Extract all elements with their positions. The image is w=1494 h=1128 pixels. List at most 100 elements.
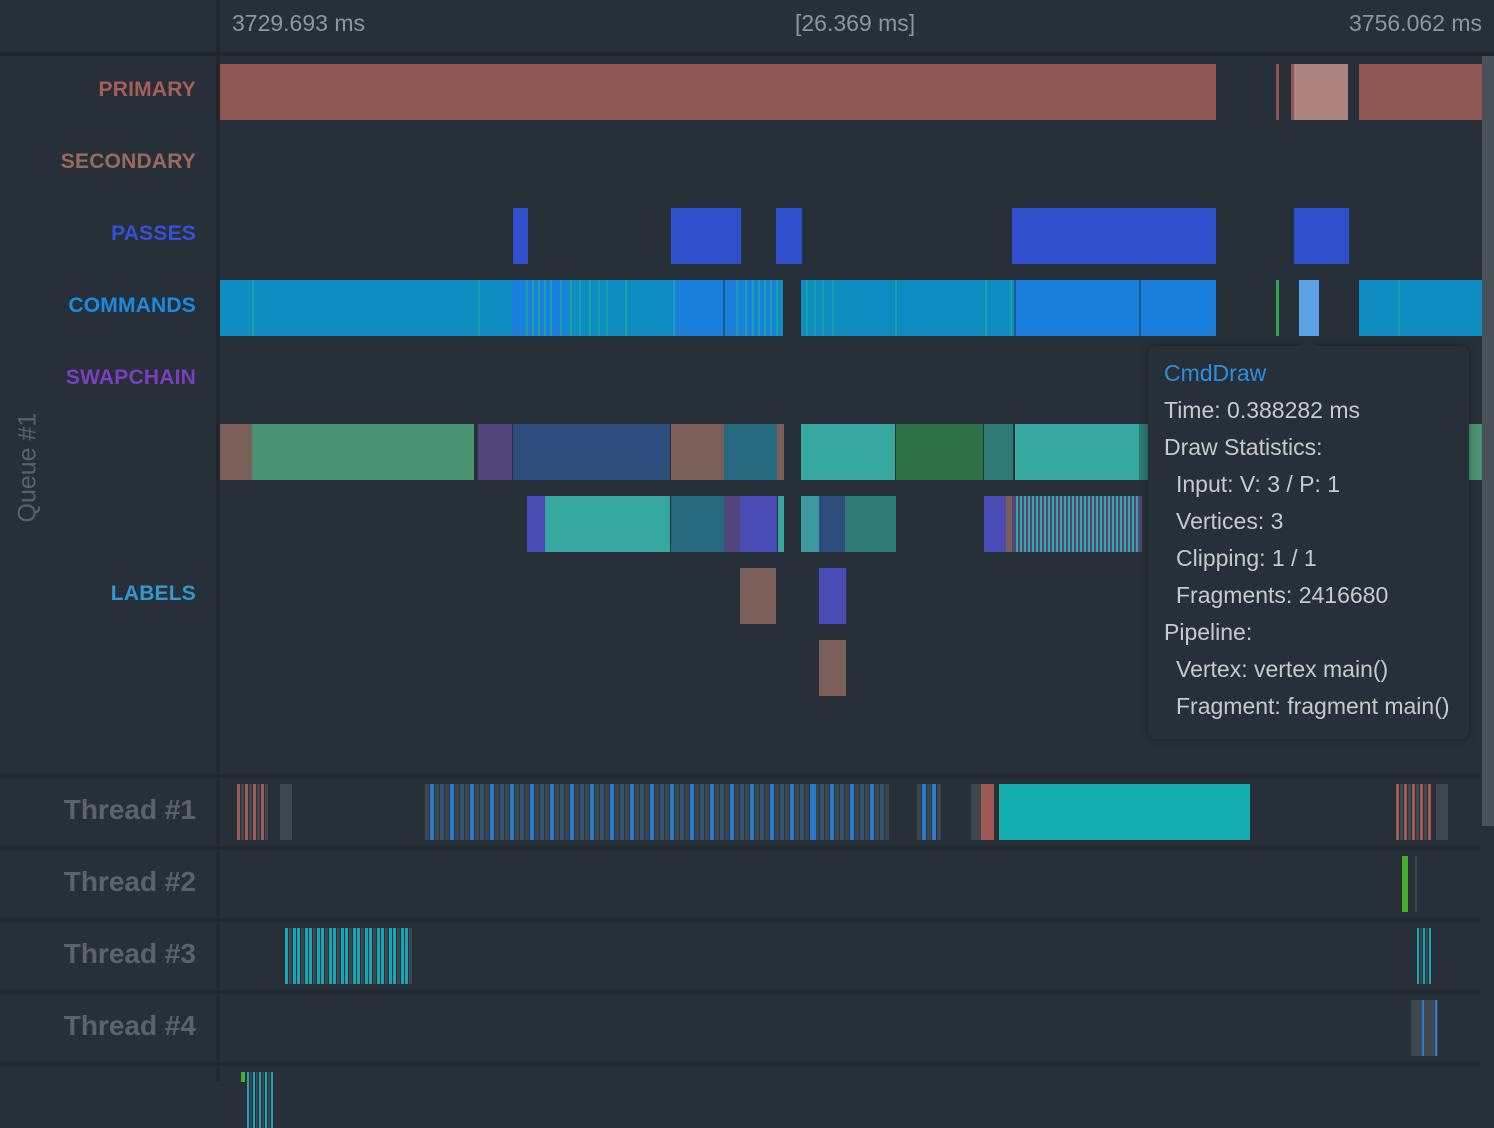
label-stripe[interactable] bbox=[1068, 496, 1070, 552]
thread1-event[interactable] bbox=[630, 784, 634, 840]
thread1-event[interactable] bbox=[1400, 784, 1403, 840]
command-stripe[interactable] bbox=[526, 280, 528, 336]
command-stripe[interactable] bbox=[814, 280, 816, 336]
thread1-event[interactable] bbox=[265, 784, 268, 840]
thread1-event[interactable] bbox=[1412, 784, 1415, 840]
thread1-event[interactable] bbox=[695, 784, 699, 840]
thread1-event[interactable] bbox=[922, 784, 926, 840]
thread1-event[interactable] bbox=[545, 784, 549, 840]
thread3-event[interactable] bbox=[365, 928, 368, 984]
thread1-event[interactable] bbox=[835, 784, 839, 840]
thread1-event[interactable] bbox=[615, 784, 619, 840]
thread1-event[interactable] bbox=[800, 784, 804, 840]
thread3-event[interactable] bbox=[289, 928, 292, 984]
label-stripe[interactable] bbox=[1088, 496, 1090, 552]
thread3-event[interactable] bbox=[377, 928, 380, 984]
thread1-event[interactable] bbox=[730, 784, 734, 840]
thread1-event[interactable] bbox=[237, 784, 240, 840]
pass-block[interactable] bbox=[1012, 208, 1216, 264]
thread1-event[interactable] bbox=[1396, 784, 1399, 840]
thread3-event[interactable] bbox=[301, 928, 304, 984]
label-stripe[interactable] bbox=[1064, 496, 1066, 552]
thread4-event[interactable] bbox=[1435, 1000, 1437, 1056]
thread1-event[interactable] bbox=[245, 784, 248, 840]
command-stripe[interactable] bbox=[589, 280, 591, 336]
thread1-event[interactable] bbox=[505, 784, 509, 840]
thread1-event[interactable] bbox=[850, 784, 854, 840]
label-stripe[interactable] bbox=[1060, 496, 1062, 552]
label-block[interactable] bbox=[545, 496, 670, 552]
thread1-event[interactable] bbox=[680, 784, 684, 840]
thread3-event[interactable] bbox=[405, 928, 408, 984]
thread1-event[interactable] bbox=[575, 784, 579, 840]
thread1-event[interactable] bbox=[875, 784, 879, 840]
thread1-event[interactable] bbox=[1416, 784, 1419, 840]
command-stripe[interactable] bbox=[752, 280, 754, 336]
thread3-event[interactable] bbox=[325, 928, 328, 984]
command-stripe[interactable] bbox=[832, 280, 834, 336]
command-stripe[interactable] bbox=[745, 280, 747, 336]
thread1-event[interactable] bbox=[735, 784, 739, 840]
thread1-event[interactable] bbox=[460, 784, 464, 840]
label-block[interactable] bbox=[819, 640, 846, 696]
thread1-event[interactable] bbox=[253, 784, 256, 840]
command-stripe[interactable] bbox=[776, 280, 778, 336]
thread1-event[interactable] bbox=[570, 784, 574, 840]
thread1-event[interactable] bbox=[665, 784, 669, 840]
label-block[interactable] bbox=[478, 424, 512, 480]
thread1-event[interactable] bbox=[785, 784, 789, 840]
command-stripe[interactable] bbox=[579, 280, 581, 336]
label-stripe[interactable] bbox=[1056, 496, 1058, 552]
thread1-event[interactable] bbox=[510, 784, 514, 840]
thread1-event[interactable] bbox=[520, 784, 524, 840]
thread1-event[interactable] bbox=[710, 784, 714, 840]
thread3-event[interactable] bbox=[341, 928, 344, 984]
thread3-event[interactable] bbox=[349, 928, 352, 984]
thread3-event[interactable] bbox=[285, 928, 288, 984]
thread1-event[interactable] bbox=[840, 784, 844, 840]
thread1-event[interactable] bbox=[780, 784, 784, 840]
label-stripe[interactable] bbox=[1052, 496, 1054, 552]
thread1-event[interactable] bbox=[650, 784, 654, 840]
label-stripe[interactable] bbox=[1128, 496, 1130, 552]
label-stripe[interactable] bbox=[1104, 496, 1106, 552]
label-stripe[interactable] bbox=[1112, 496, 1114, 552]
command-stripe[interactable] bbox=[764, 280, 766, 336]
label-block[interactable] bbox=[984, 496, 1006, 552]
command-stripe[interactable] bbox=[985, 280, 987, 336]
thread1-event[interactable] bbox=[257, 784, 260, 840]
thread3-event[interactable] bbox=[401, 928, 404, 984]
thread1-event[interactable] bbox=[675, 784, 679, 840]
thread1-event[interactable] bbox=[760, 784, 764, 840]
thread1-event[interactable] bbox=[705, 784, 709, 840]
thread1-event[interactable] bbox=[485, 784, 489, 840]
thread1-event[interactable] bbox=[810, 784, 816, 840]
thread1-event[interactable] bbox=[880, 784, 884, 840]
thread1-event[interactable] bbox=[515, 784, 519, 840]
thread1-event[interactable] bbox=[805, 784, 809, 840]
thread3-event[interactable] bbox=[373, 928, 376, 984]
primary-block[interactable] bbox=[1359, 64, 1482, 120]
thread5-event[interactable] bbox=[262, 1072, 264, 1128]
thread1-event[interactable] bbox=[535, 784, 539, 840]
thread3-event[interactable] bbox=[321, 928, 324, 984]
thread3-event[interactable] bbox=[297, 928, 300, 984]
thread5-event[interactable] bbox=[253, 1072, 255, 1128]
command-block-selected[interactable] bbox=[1299, 280, 1319, 336]
thread3-event[interactable] bbox=[409, 928, 412, 984]
label-block[interactable] bbox=[724, 424, 777, 480]
thread3-event[interactable] bbox=[317, 928, 320, 984]
label-block[interactable] bbox=[801, 424, 895, 480]
thread1-event[interactable] bbox=[690, 784, 694, 840]
label-block[interactable] bbox=[220, 424, 252, 480]
label-stripe[interactable] bbox=[1084, 496, 1086, 552]
thread1-event-large[interactable] bbox=[999, 784, 1250, 840]
thread5-event[interactable] bbox=[247, 1072, 249, 1128]
label-stripe[interactable] bbox=[1024, 496, 1026, 552]
thread1-event[interactable] bbox=[971, 784, 981, 840]
thread3-event[interactable] bbox=[1423, 928, 1425, 984]
thread1-event[interactable] bbox=[927, 784, 931, 840]
thread1-event[interactable] bbox=[530, 784, 534, 840]
thread1-event[interactable] bbox=[825, 784, 829, 840]
thread1-event[interactable] bbox=[435, 784, 439, 840]
